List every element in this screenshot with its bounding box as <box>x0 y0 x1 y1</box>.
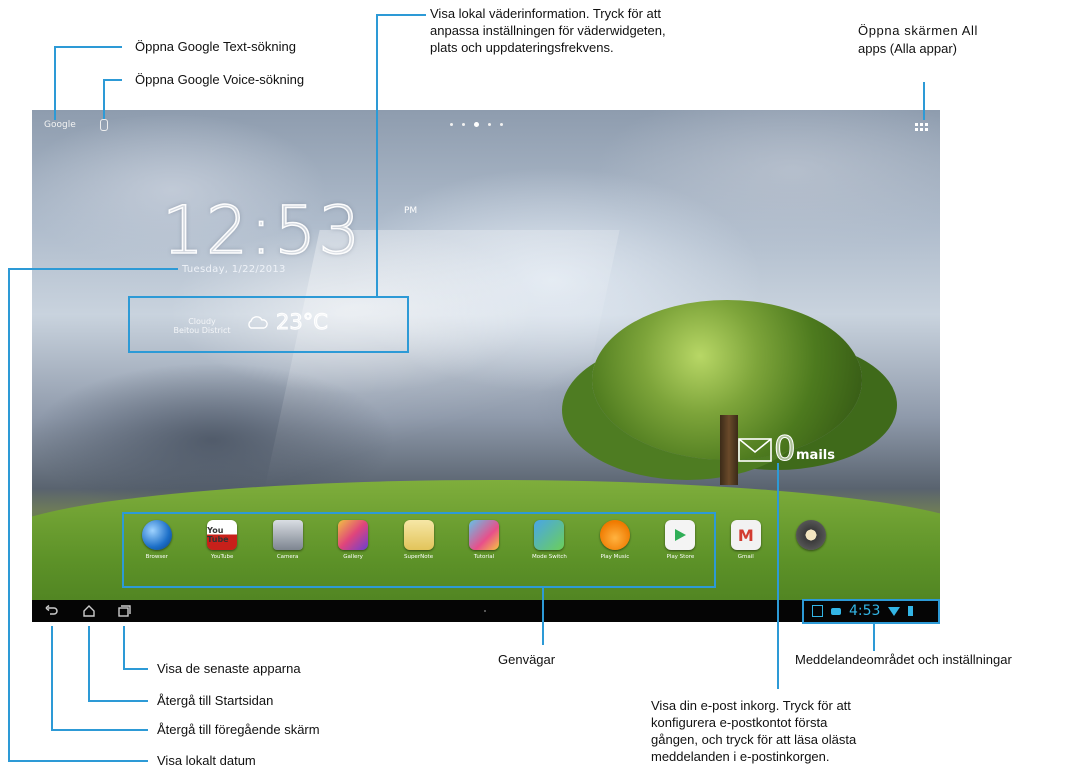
callout-recent-apps: Visa de senaste apparna <box>157 661 301 676</box>
gmail-icon: M <box>730 520 761 550</box>
page-indicator <box>450 122 503 127</box>
callout-shortcuts: Genvägar <box>498 652 556 667</box>
callout-google-voice: Öppna Google Voice-sökning <box>135 72 305 87</box>
settings-icon <box>796 520 827 550</box>
mail-label: mails <box>796 448 835 463</box>
callout-notifications: Meddelandeområdet och inställningar <box>795 652 1012 667</box>
mail-icon[interactable] <box>738 438 772 462</box>
callout-weather-line2: anpassa inställningen för väderwidgeten, <box>430 23 666 38</box>
callout-all-apps-line1: Öppna skärmen All <box>858 23 979 38</box>
callout-email-line4: meddelanden i e-postinkorgen. <box>651 749 830 764</box>
callout-email-line2: konfigurera e-postkontot första <box>651 715 828 730</box>
app-gmail[interactable]: M Gmail <box>713 520 778 580</box>
page-dot <box>488 123 491 126</box>
status-highlight-box <box>802 599 940 624</box>
callout-email-line3: gången, och tryck för att läsa olästa <box>651 732 857 747</box>
google-text-search-button[interactable]: Google <box>44 120 76 130</box>
callout-all-apps-line2: apps (Alla appar) <box>858 41 957 56</box>
callout-home: Återgå till Startsidan <box>157 693 274 708</box>
app-label: Gmail <box>737 554 754 560</box>
back-icon[interactable] <box>44 604 58 618</box>
all-apps-icon[interactable] <box>915 123 928 131</box>
home-icon[interactable] <box>82 604 96 618</box>
callout-date: Visa lokalt datum <box>157 753 256 768</box>
callout-weather-line3: plats och uppdateringsfrekvens. <box>430 40 614 55</box>
tree-trunk <box>720 415 738 485</box>
page-dot-active <box>474 122 479 127</box>
page-dot <box>450 123 453 126</box>
callout-google-text: Öppna Google Text-sökning <box>135 39 296 54</box>
callout-email-line1: Visa din e-post inkorg. Tryck för att <box>651 698 851 713</box>
shortcuts-highlight-box <box>122 512 716 588</box>
app-settings[interactable] <box>779 520 844 580</box>
recent-apps-icon[interactable] <box>117 604 131 618</box>
nav-center-dot <box>484 610 486 612</box>
clock-widget[interactable]: 12:53 <box>161 197 362 265</box>
mail-count[interactable]: 0 <box>774 432 797 467</box>
callout-weather-line1: Visa lokal väderinformation. Tryck för a… <box>430 6 661 21</box>
weather-highlight-box <box>128 296 409 353</box>
page-dot <box>462 123 465 126</box>
callout-back: Återgå till föregående skärm <box>157 722 320 737</box>
page-dot <box>500 123 503 126</box>
microphone-icon[interactable] <box>100 119 108 131</box>
date-widget[interactable]: Tuesday, 1/22/2013 <box>182 264 286 275</box>
clock-ampm: PM <box>404 206 418 216</box>
sun-rays <box>264 230 620 490</box>
